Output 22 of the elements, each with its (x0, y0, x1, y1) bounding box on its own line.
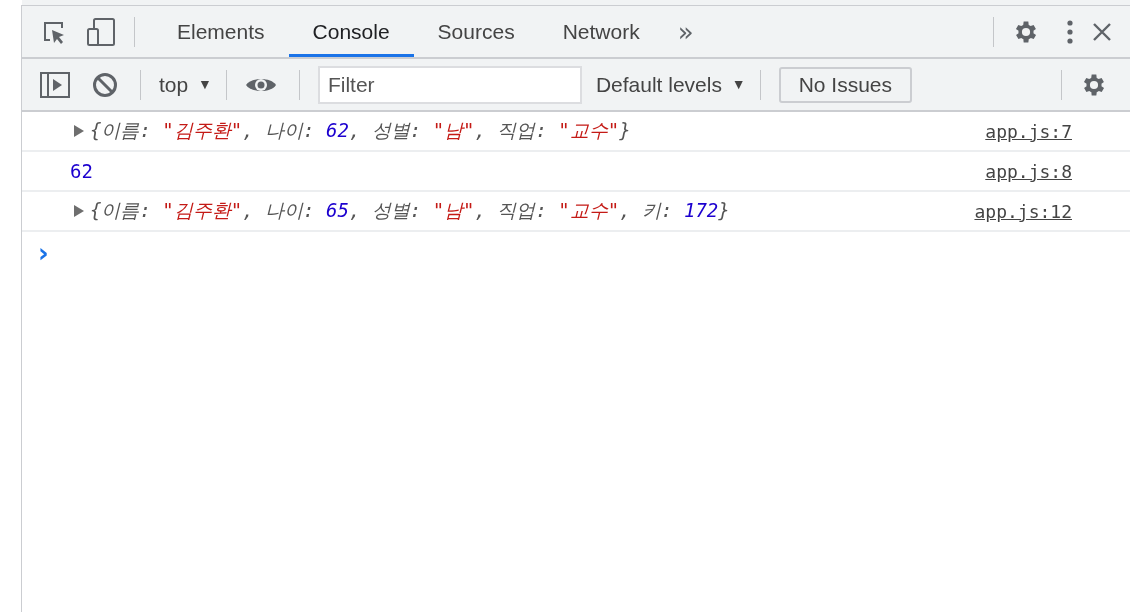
panel-tab[interactable]: Elements (153, 6, 289, 57)
filter-field[interactable]: Filter (317, 65, 582, 104)
expand-triangle-icon[interactable] (74, 125, 84, 137)
source-link[interactable]: app.js:8 (985, 160, 1072, 182)
more-options-icon[interactable] (1066, 17, 1074, 46)
device-toolbar-icon[interactable] (86, 16, 116, 47)
more-tabs-button[interactable]: » (663, 16, 708, 47)
source-link[interactable]: app.js:7 (985, 120, 1072, 142)
sidebar-toggle-icon[interactable] (40, 71, 70, 98)
context-dropdown[interactable]: top $^{▼}$ (159, 72, 212, 97)
log-levels-dropdown[interactable]: Default levels $^{▼}$ (595, 72, 746, 97)
prompt-caret[interactable]: › (38, 238, 49, 268)
object-preview[interactable]: {이름: "김주환", 나이: 65, 성별: "남", 직업: "교수", 키: 172} (90, 198, 730, 224)
expand-triangle-icon[interactable] (74, 205, 84, 217)
close-icon[interactable] (1092, 21, 1112, 42)
clear-console-icon[interactable] (92, 71, 118, 98)
source-link[interactable]: app.js:12 (974, 200, 1072, 222)
panel-tab[interactable]: Network (538, 6, 664, 57)
panel-tab[interactable]: Sources (413, 6, 539, 57)
issues-button[interactable]: No Issues (778, 66, 913, 103)
logged-value: 62 (70, 160, 93, 182)
object-preview[interactable]: {이름: "김주환", 나이: 62, 성별: "남", 직업: "교수"} (90, 118, 631, 144)
